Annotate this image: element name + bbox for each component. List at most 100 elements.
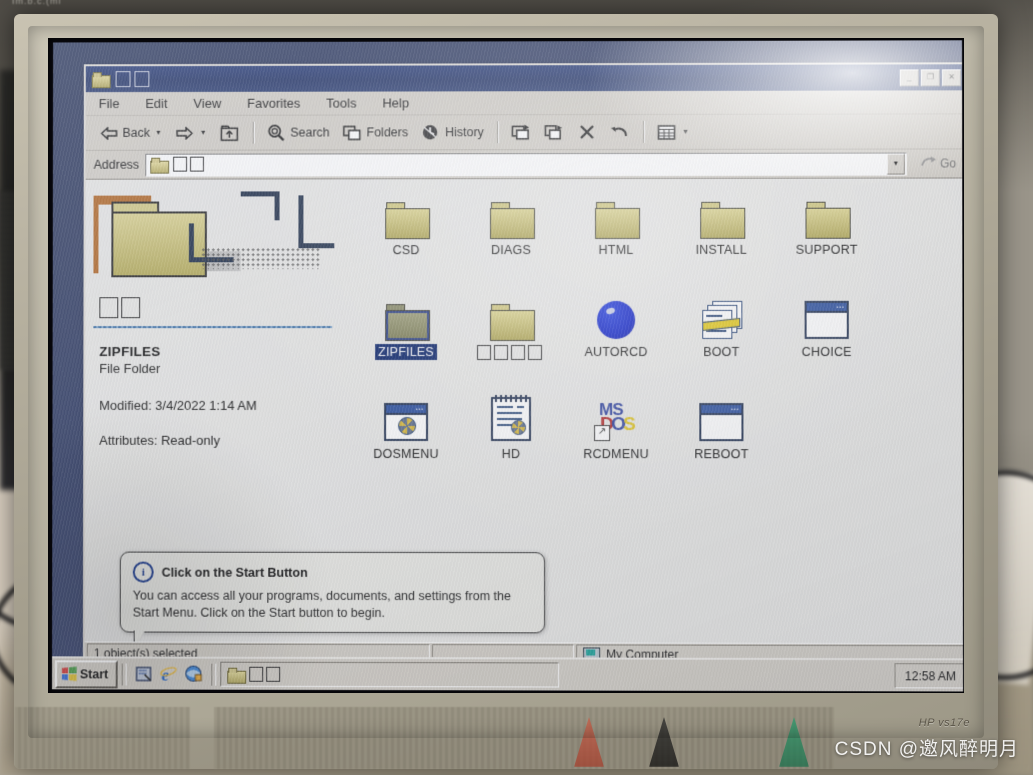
chevron-down-icon[interactable]: ▼ <box>155 129 162 136</box>
undo-button[interactable] <box>605 117 635 147</box>
file-item-label <box>474 344 548 362</box>
file-item-cjk-folder[interactable] <box>459 289 563 363</box>
folder-icon <box>459 289 563 342</box>
menu-view[interactable]: View <box>190 94 224 113</box>
folder-icon-selected <box>354 289 458 342</box>
web-view-banner-art <box>93 185 335 295</box>
tooltip-title: Click on the Start Button <box>161 565 308 580</box>
arrow-right-icon <box>175 123 195 143</box>
file-item-boot[interactable]: BOOT <box>669 289 773 361</box>
file-item-label: ZIPFILES <box>375 344 437 361</box>
selected-item-name: ZIPFILES <box>99 344 161 360</box>
chevron-down-icon[interactable]: ▼ <box>200 129 207 136</box>
folder-icon <box>150 158 167 172</box>
executable-gear-icon: ••• <box>354 391 458 441</box>
search-label: Search <box>290 125 330 140</box>
file-item-choice[interactable]: ••• CHOICE <box>774 289 879 361</box>
go-arrow-icon <box>921 155 937 171</box>
windows-flag-icon <box>61 666 77 682</box>
start-button[interactable]: Start <box>54 659 119 688</box>
go-label: Go <box>940 156 957 171</box>
move-to-button[interactable] <box>506 117 536 147</box>
folder-icon <box>92 72 109 86</box>
file-item-label: BOOT <box>703 344 740 359</box>
menu-file[interactable]: File <box>96 94 123 113</box>
menu-edit[interactable]: Edit <box>142 94 170 113</box>
menu-favorites[interactable]: Favorites <box>244 94 303 113</box>
views-button[interactable]: ▼ <box>652 117 694 147</box>
tofu-glyph <box>266 666 281 682</box>
file-item-dosmenu[interactable]: ••• DOSMENU <box>354 391 458 463</box>
move-to-folder-icon <box>511 122 531 142</box>
file-item-csd[interactable]: CSD <box>354 187 458 259</box>
file-item-label: AUTORCD <box>584 344 648 359</box>
delete-button[interactable] <box>572 117 602 147</box>
go-button[interactable]: Go <box>913 155 963 171</box>
address-label: Address <box>93 157 140 172</box>
folders-button[interactable]: Folders <box>338 117 413 147</box>
web-view-details: ZIPFILES File Folder Modified: 3/4/2022 … <box>85 328 342 448</box>
toolbar-separator <box>252 121 254 144</box>
back-button[interactable]: Back ▼ <box>94 118 167 148</box>
close-button[interactable]: ✕ <box>941 68 962 86</box>
toolbar: Back ▼ ▼ Search Folders History ▼ <box>85 114 964 151</box>
folders-label: Folders <box>366 125 409 140</box>
file-item-diags[interactable]: DIAGS <box>459 187 563 259</box>
selected-item-modified: Modified: 3/4/2022 1:14 AM <box>99 397 257 413</box>
file-item-html[interactable]: HTML <box>564 187 668 259</box>
tofu-glyph <box>477 345 492 361</box>
info-icon: i <box>132 561 154 583</box>
history-button[interactable]: History <box>416 117 489 147</box>
tofu-glyph <box>189 156 204 172</box>
file-item-rcdmenu[interactable]: MSDOS ↗ RCDMENU <box>564 391 668 463</box>
start-button-tooltip: i Click on the Start Button You can acce… <box>119 551 546 644</box>
file-item-label: HD <box>501 447 521 462</box>
tofu-glyph <box>494 345 509 361</box>
copy-to-button[interactable] <box>539 117 569 147</box>
window-titlebar[interactable]: _ ❐ ✕ <box>85 64 964 93</box>
channels-icon[interactable] <box>185 665 204 684</box>
menu-help[interactable]: Help <box>379 93 412 112</box>
batch-file-icon <box>669 289 773 339</box>
web-view-heading <box>99 297 342 320</box>
file-item-reboot[interactable]: ••• REBOOT <box>669 391 773 463</box>
tooltip-tail <box>134 629 146 644</box>
folder-icon <box>354 187 458 240</box>
address-dropdown-button[interactable]: ▼ <box>886 153 905 175</box>
file-item-hd[interactable]: HD <box>459 391 563 463</box>
folder-icon <box>564 187 668 239</box>
address-input[interactable]: ▼ <box>145 152 907 177</box>
file-item-support[interactable]: SUPPORT <box>774 187 879 259</box>
show-desktop-icon[interactable] <box>135 664 154 683</box>
taskbar-window-button[interactable] <box>220 661 560 688</box>
menu-tools[interactable]: Tools <box>323 94 359 113</box>
search-button[interactable]: Search <box>261 118 334 148</box>
minimize-button[interactable]: _ <box>899 68 919 86</box>
copy-to-folder-icon <box>544 122 564 142</box>
delete-x-icon <box>577 122 597 142</box>
chevron-down-icon[interactable]: ▼ <box>682 128 689 135</box>
notebook-config-icon <box>459 391 563 442</box>
file-item-install[interactable]: INSTALL <box>669 187 773 259</box>
folder-icon <box>228 667 245 681</box>
tofu-glyph <box>511 344 526 360</box>
tooltip-header: i Click on the Start Button <box>132 561 532 584</box>
maximize-button[interactable]: ❐ <box>920 68 940 86</box>
forward-button[interactable]: ▼ <box>170 118 212 148</box>
file-item-label: HTML <box>598 242 634 257</box>
monitor-vent-grille <box>15 707 190 769</box>
file-item-label: SUPPORT <box>795 242 858 257</box>
selected-item-type: File Folder <box>99 361 161 376</box>
monitor-speaker-grille <box>214 707 834 769</box>
file-item-zipfiles[interactable]: ZIPFILES <box>354 289 458 361</box>
screen-content: _ ❐ ✕ File Edit View Favorites Tools Hel… <box>52 40 964 692</box>
internet-explorer-icon[interactable]: e <box>160 665 179 685</box>
file-item-autorcd[interactable]: AUTORCD <box>564 289 668 361</box>
toolbar-separator <box>642 120 644 143</box>
up-button[interactable] <box>215 118 245 148</box>
monitor-brand-label: HP vs17e <box>918 717 970 729</box>
folder-icon <box>459 187 563 240</box>
menu-bar: File Edit View Favorites Tools Help <box>85 90 964 117</box>
system-tray-clock[interactable]: 12:58 AM <box>894 663 964 689</box>
tofu-glyph <box>99 297 119 319</box>
